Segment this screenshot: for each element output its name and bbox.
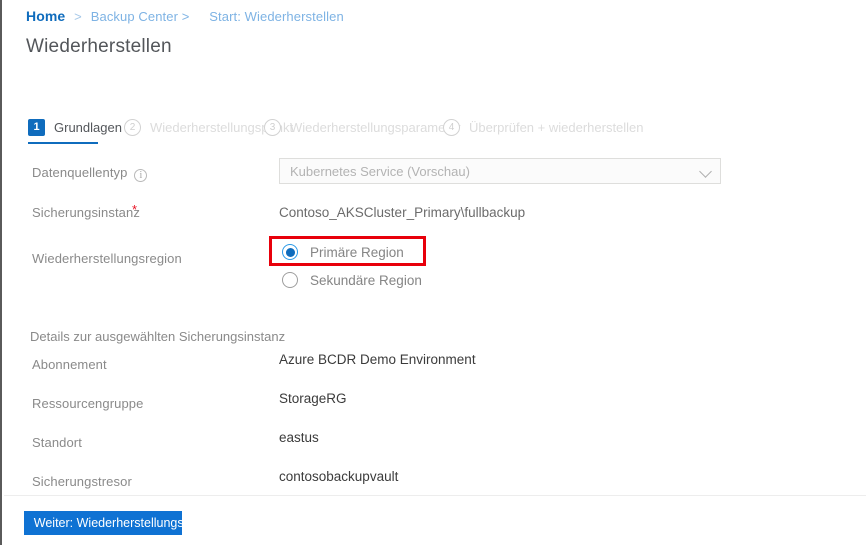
detail-label-resource-group: Ressourcengruppe bbox=[32, 396, 144, 411]
next-restore-point-button[interactable] bbox=[24, 511, 182, 535]
radio-primary-region-label: Primäre Region bbox=[310, 244, 404, 260]
breadcrumb-backup-center-link[interactable]: Backup Center > bbox=[91, 9, 190, 24]
detail-label-location: Standort bbox=[32, 435, 82, 450]
breadcrumb-separator-icon: > bbox=[74, 9, 82, 24]
step-number-badge-2: 2 bbox=[124, 118, 141, 136]
detail-label-subscription: Abonnement bbox=[32, 357, 107, 372]
info-icon[interactable]: i bbox=[134, 169, 148, 182]
datasource-type-dropdown[interactable]: Kubernetes Service (Vorschau) bbox=[279, 158, 721, 184]
details-section-heading: Details zur ausgewählten Sicherungsinsta… bbox=[30, 329, 286, 344]
step-number-badge-4: 4 bbox=[443, 118, 460, 136]
radio-primary-region-input[interactable] bbox=[282, 244, 298, 260]
datasource-type-label: Datenquellentyp bbox=[32, 165, 128, 180]
radio-secondary-region-label: Sekundäre Region bbox=[310, 272, 422, 288]
restore-region-label: Wiederherstellungsregion bbox=[32, 251, 182, 266]
breadcrumb: Home > Backup Center > Start: Wiederhers… bbox=[26, 8, 344, 24]
breadcrumb-start-restore-link[interactable]: Start: Wiederherstellen bbox=[209, 9, 344, 24]
breadcrumb-home-link[interactable]: Home bbox=[26, 8, 65, 24]
radio-secondary-region-input[interactable] bbox=[282, 272, 298, 288]
detail-label-backup-vault: Sicherungstresor bbox=[32, 474, 132, 489]
step-label-review-restore: Überprüfen + wiederherstellen bbox=[469, 119, 644, 135]
chevron-down-icon bbox=[700, 165, 712, 177]
detail-value-backup-vault: contosobackupvault bbox=[279, 469, 399, 484]
datasource-type-label-row: Datenquellentyp i bbox=[32, 165, 148, 182]
step-label-basics: Grundlagen bbox=[54, 119, 122, 135]
radio-secondary-region[interactable]: Sekundäre Region bbox=[282, 272, 422, 288]
active-step-underline bbox=[28, 142, 98, 144]
detail-value-location: eastus bbox=[279, 430, 319, 445]
radio-selected-dot bbox=[285, 247, 295, 257]
step-number-badge-3: 3 bbox=[264, 118, 281, 136]
wizard-step-review-restore[interactable]: 4 Überprüfen + wiederherstellen bbox=[443, 116, 644, 138]
step-number-badge-1: 1 bbox=[28, 118, 45, 136]
restore-wizard-page: Home > Backup Center > Start: Wiederhers… bbox=[0, 0, 866, 545]
backup-instance-label-row: Sicherungsinstanz * bbox=[32, 202, 140, 220]
page-title: Wiederherstellen bbox=[26, 36, 172, 57]
step-label-restore-parameters: Wiederherstellungsparameter bbox=[290, 119, 461, 135]
wizard-step-basics[interactable]: 1 Grundlagen bbox=[28, 116, 122, 138]
datasource-type-value: Kubernetes Service (Vorschau) bbox=[290, 163, 470, 179]
backup-instance-value: Contoso_AKSCluster_Primary\fullbackup bbox=[279, 205, 526, 220]
footer-divider bbox=[4, 495, 866, 496]
detail-value-resource-group: StorageRG bbox=[279, 391, 347, 406]
wizard-step-restore-parameters[interactable]: 3 Wiederherstellungsparameter bbox=[264, 116, 461, 138]
required-asterisk: * bbox=[131, 202, 138, 217]
radio-primary-region[interactable]: Primäre Region bbox=[282, 244, 404, 260]
backup-instance-label: Sicherungsinstanz bbox=[32, 205, 140, 220]
detail-value-subscription: Azure BCDR Demo Environment bbox=[279, 352, 476, 367]
